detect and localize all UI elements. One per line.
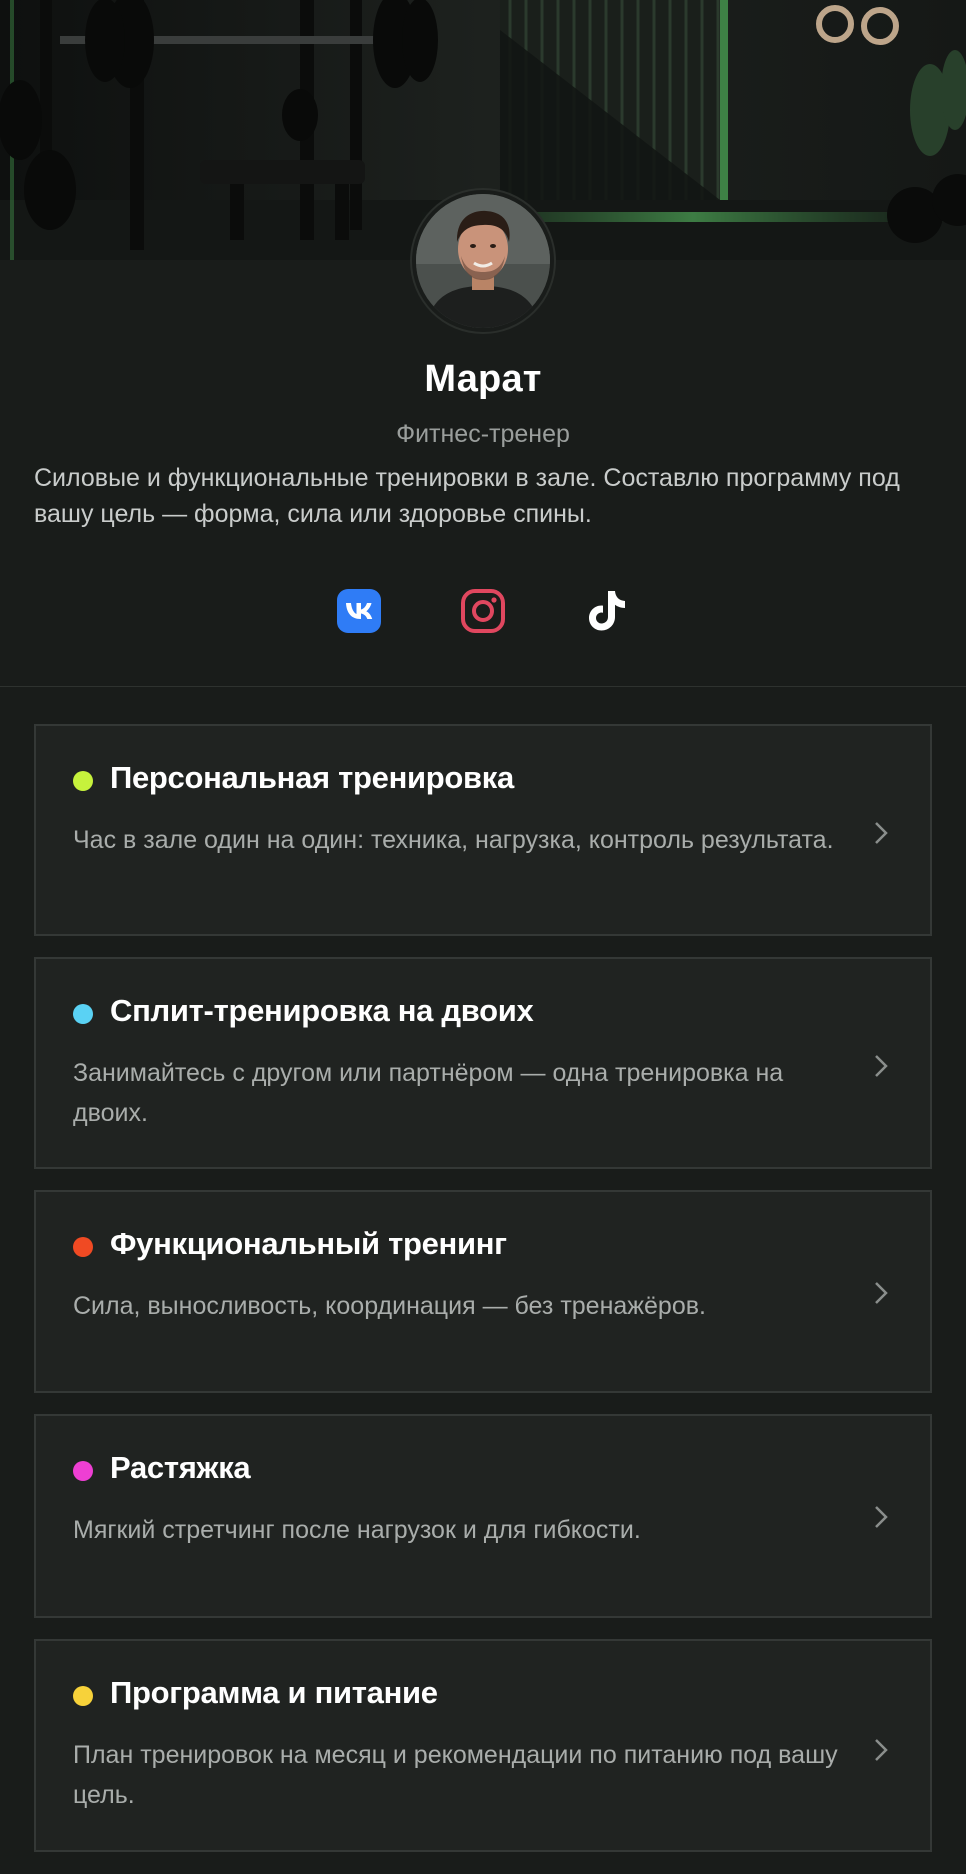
vk-link[interactable]: [336, 588, 382, 634]
profile-name: Марат: [424, 358, 542, 400]
service-description: Занимайтесь с другом или партнёром — одн…: [73, 1059, 784, 1127]
vk-icon: [337, 589, 381, 633]
social-links: [0, 588, 966, 634]
section-divider: [0, 686, 966, 687]
status-dot: [73, 1237, 93, 1257]
service-description: План тренировок на месяц и рекомендации …: [73, 1741, 838, 1809]
profile-page: Марат Фитнес-тренер Силовые и функционал…: [0, 0, 966, 1874]
service-title: Сплит-тренировка на двоих: [110, 993, 534, 1028]
instagram-icon: [461, 589, 505, 633]
chevron-right-icon: [875, 1739, 888, 1761]
status-dot: [73, 1004, 93, 1024]
status-dot: [73, 771, 93, 791]
service-card-stretching[interactable]: Растяжка Мягкий стретчинг после нагрузок…: [34, 1414, 932, 1618]
profile-role: Фитнес-тренер: [396, 420, 570, 448]
service-card-personal[interactable]: Персональная тренировка Час в зале один …: [34, 724, 932, 936]
status-dot: [73, 1686, 93, 1706]
service-description: Мягкий стретчинг после нагрузок и для ги…: [73, 1516, 641, 1544]
service-title: Персональная тренировка: [110, 760, 514, 795]
service-description: Сила, выносливость, координация — без тр…: [73, 1292, 706, 1320]
tiktok-icon: [589, 591, 625, 631]
profile-bio: Силовые и функциональные тренировки в за…: [34, 464, 900, 528]
chevron-right-icon: [875, 822, 888, 844]
service-description: Час в зале один на один: техника, нагруз…: [73, 826, 834, 854]
chevron-right-icon: [875, 1506, 888, 1528]
service-card-functional[interactable]: Функциональный тренинг Сила, выносливост…: [34, 1190, 932, 1393]
chevron-right-icon: [875, 1055, 888, 1077]
service-card-split[interactable]: Сплит-тренировка на двоих Занимайтесь с …: [34, 957, 932, 1169]
status-dot: [73, 1461, 93, 1481]
service-title: Растяжка: [110, 1450, 251, 1485]
service-card-program[interactable]: Программа и питание План тренировок на м…: [34, 1639, 932, 1852]
instagram-link[interactable]: [460, 588, 506, 634]
avatar: [412, 190, 554, 332]
service-title: Функциональный тренинг: [110, 1226, 507, 1261]
service-title: Программа и питание: [110, 1675, 438, 1710]
chevron-right-icon: [875, 1282, 888, 1304]
tiktok-link[interactable]: [584, 588, 630, 634]
